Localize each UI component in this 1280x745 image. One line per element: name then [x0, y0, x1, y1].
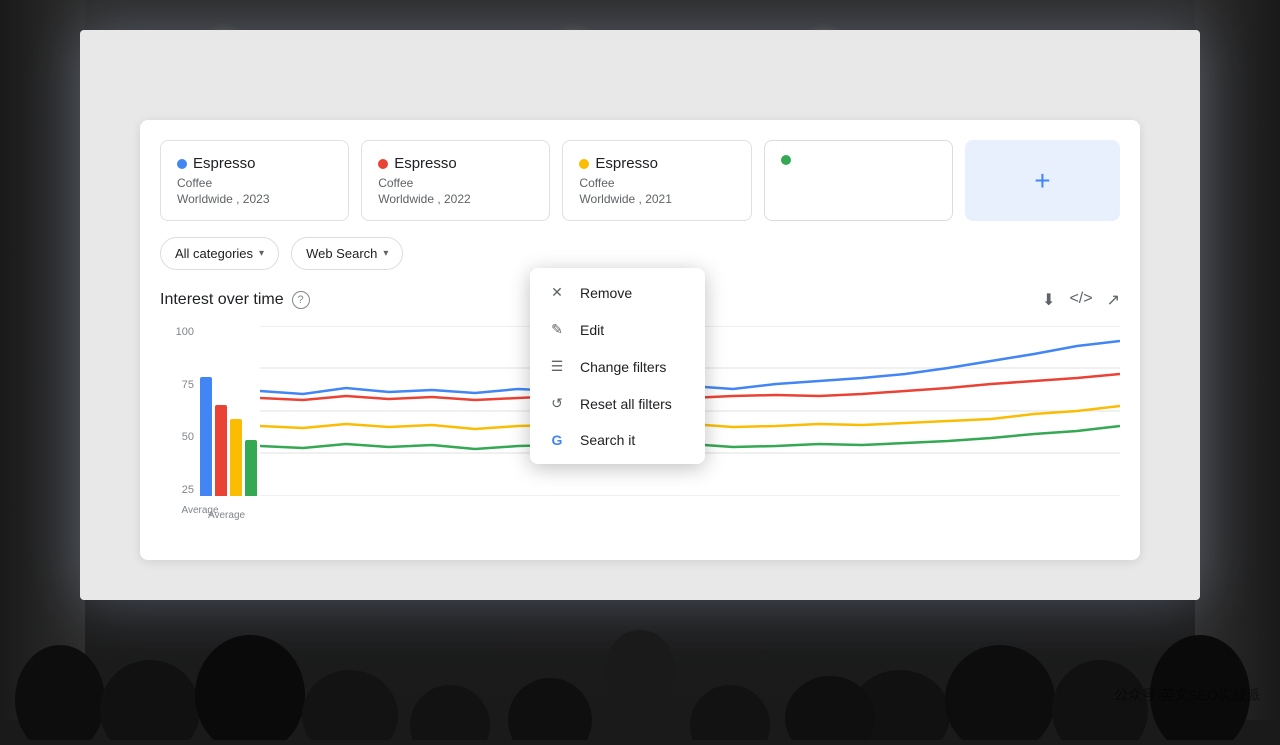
menu-item-change-filters[interactable]: ☰ Change filters	[530, 348, 705, 385]
add-icon: +	[1034, 165, 1050, 197]
edit-icon: ✎	[548, 321, 566, 338]
dot-yellow	[579, 159, 589, 169]
topic-detail-3: Worldwide , 2021	[579, 192, 734, 206]
topic-detail-2: Worldwide , 2022	[378, 192, 533, 206]
menu-item-edit[interactable]: ✎ Edit	[530, 311, 705, 348]
topic-name-2: Espresso	[378, 155, 533, 172]
chart-actions: ⬇ </> ↗	[1042, 290, 1120, 310]
topic-name-1: Espresso	[177, 155, 332, 172]
trends-ui: Espresso Coffee Worldwide , 2023 Espress…	[140, 120, 1140, 560]
google-icon: G	[548, 432, 566, 448]
y-label-75: 75	[182, 379, 194, 391]
topic-sub-2: Coffee	[378, 176, 533, 190]
menu-item-search-it[interactable]: G Search it	[530, 422, 705, 458]
y-label-100: 100	[176, 326, 194, 338]
filter-web-search[interactable]: Web Search ▾	[291, 237, 403, 270]
download-icon[interactable]: ⬇	[1042, 290, 1055, 310]
chart-title-row: Interest over time ?	[160, 291, 310, 309]
context-menu: ✕ Remove ✎ Edit ☰ Change filters ↺ Reset…	[530, 268, 705, 464]
topic-card-3[interactable]: Espresso Coffee Worldwide , 2021	[562, 140, 751, 221]
menu-item-remove[interactable]: ✕ Remove	[530, 274, 705, 311]
share-icon[interactable]: ↗	[1107, 290, 1120, 310]
reset-icon: ↺	[548, 395, 566, 412]
info-icon[interactable]: ?	[292, 291, 310, 309]
audience-area	[0, 540, 1280, 720]
topic-name-4	[781, 155, 936, 165]
chart-title: Interest over time	[160, 291, 284, 309]
y-axis-labels: 100 75 50 25	[160, 326, 200, 496]
projection-screen: Espresso Coffee Worldwide , 2023 Espress…	[80, 30, 1200, 600]
bar-red	[215, 405, 227, 496]
y-label-50: 50	[182, 431, 194, 443]
bar-green	[245, 440, 257, 496]
dot-blue	[177, 159, 187, 169]
average-label: Average	[208, 510, 245, 521]
bar-blue	[200, 377, 212, 496]
topic-detail-1: Worldwide , 2023	[177, 192, 332, 206]
filters-row: All categories ▾ Web Search ▾	[160, 237, 1120, 270]
topic-name-3: Espresso	[579, 155, 734, 172]
menu-item-reset-filters[interactable]: ↺ Reset all filters	[530, 385, 705, 422]
bar-chart-average: Average	[200, 356, 260, 496]
embed-icon[interactable]: </>	[1069, 290, 1092, 310]
topic-card-4[interactable]	[764, 140, 953, 221]
y-label-25: 25	[182, 484, 194, 496]
topic-card-1[interactable]: Espresso Coffee Worldwide , 2023	[160, 140, 349, 221]
topic-card-2[interactable]: Espresso Coffee Worldwide , 2022	[361, 140, 550, 221]
bar-yellow	[230, 419, 242, 496]
dot-green	[781, 155, 791, 165]
cards-row: Espresso Coffee Worldwide , 2023 Espress…	[160, 140, 1120, 221]
topic-sub-1: Coffee	[177, 176, 332, 190]
filter-icon: ☰	[548, 358, 566, 375]
watermark: 公众号·英文SEO实战派	[1114, 685, 1260, 705]
topic-sub-3: Coffee	[579, 176, 734, 190]
filter-all-categories[interactable]: All categories ▾	[160, 237, 279, 270]
chevron-down-icon-1: ▾	[259, 248, 264, 259]
add-card[interactable]: +	[965, 140, 1120, 221]
remove-icon: ✕	[548, 284, 566, 301]
dot-red	[378, 159, 388, 169]
audience-svg	[0, 540, 1280, 740]
chevron-down-icon-2: ▾	[383, 248, 388, 259]
